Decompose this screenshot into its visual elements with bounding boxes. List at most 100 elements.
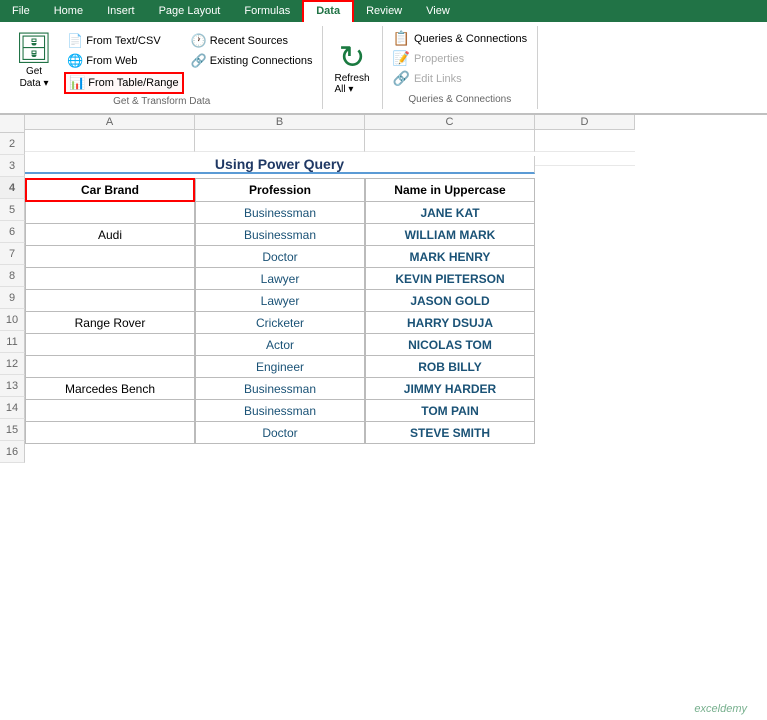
car-brand-cell: Audi: [25, 224, 195, 246]
table-row: BusinessmanJANE KAT: [25, 202, 767, 224]
col-header-a: A: [25, 115, 195, 130]
col-header-d: D: [535, 115, 635, 130]
row-12: 12: [0, 353, 25, 375]
row-7: 7: [0, 243, 25, 265]
profession-cell: Lawyer: [195, 268, 365, 290]
col-header-c: C: [365, 115, 535, 130]
col-header-b: B: [195, 115, 365, 130]
name-cell: STEVE SMITH: [365, 422, 535, 444]
tab-page-layout[interactable]: Page Layout: [147, 0, 233, 22]
recent-sources-button[interactable]: 🕐 Recent Sources: [188, 32, 316, 50]
name-cell: ROB BILLY: [365, 356, 535, 378]
connections-icon: 🔗: [191, 53, 207, 69]
sheet-content: A B C D Using Power Query Car Brand Prof…: [25, 115, 767, 463]
car-brand-cell: [25, 400, 195, 422]
tab-view[interactable]: View: [414, 0, 462, 22]
row-16: 16: [0, 441, 25, 463]
car-brand-cell: [25, 356, 195, 378]
col-header-name: Name in Uppercase: [365, 178, 535, 202]
col-header-row: A B C D: [25, 115, 767, 130]
get-data-label: GetData ▾: [20, 66, 49, 90]
tab-formulas[interactable]: Formulas: [232, 0, 302, 22]
table-row: Range RoverCricketerHARRY DSUJA: [25, 312, 767, 334]
table-row: DoctorSTEVE SMITH: [25, 422, 767, 444]
name-cell: TOM PAIN: [365, 400, 535, 422]
name-cell: NICOLAS TOM: [365, 334, 535, 356]
queries-connections-group: 📋 Queries & Connections 📝 Properties 🔗 E…: [383, 26, 539, 109]
name-cell: JANE KAT: [365, 202, 535, 224]
name-cell: JIMMY HARDER: [365, 378, 535, 400]
properties-icon: 📝: [393, 50, 410, 67]
row-15: 15: [0, 419, 25, 441]
table-row: AudiBusinessmanWILLIAM MARK: [25, 224, 767, 246]
row-14: 14: [0, 397, 25, 419]
refresh-group: ↻ RefreshAll ▾: [323, 26, 383, 109]
database-icon: 🗄: [15, 31, 53, 66]
col-header-car-brand: Car Brand: [25, 178, 195, 202]
spreadsheet-title: Using Power Query: [25, 156, 535, 174]
row-4-headers: Car Brand Profession Name in Uppercase: [25, 178, 767, 202]
from-web-button[interactable]: 🌐 From Web: [64, 52, 183, 70]
from-table-range-button[interactable]: 📊 From Table/Range: [64, 72, 183, 94]
profession-cell: Businessman: [195, 202, 365, 224]
table-row: ActorNICOLAS TOM: [25, 334, 767, 356]
row-2: 2: [0, 133, 25, 155]
tab-insert[interactable]: Insert: [95, 0, 147, 22]
table-row: DoctorMARK HENRY: [25, 246, 767, 268]
name-cell: HARRY DSUJA: [365, 312, 535, 334]
row-3-content: Using Power Query: [25, 152, 767, 178]
existing-connections-button[interactable]: 🔗 Existing Connections: [188, 52, 316, 70]
queries-group-label: Queries & Connections: [393, 94, 528, 105]
car-brand-cell: [25, 246, 195, 268]
queries-connections-button[interactable]: 📋 Queries & Connections: [393, 30, 528, 47]
profession-cell: Doctor: [195, 422, 365, 444]
spreadsheet-area: 2 3 4 5 6 7 8 9 10 11 12 13 14 15 16 A B…: [0, 115, 767, 463]
row-6: 6: [0, 221, 25, 243]
table-row: LawyerKEVIN PIETERSON: [25, 268, 767, 290]
web-icon: 🌐: [67, 53, 83, 69]
name-cell: KEVIN PIETERSON: [365, 268, 535, 290]
profession-cell: Businessman: [195, 400, 365, 422]
tab-review[interactable]: Review: [354, 0, 414, 22]
table-row: LawyerJASON GOLD: [25, 290, 767, 312]
row-9: 9: [0, 287, 25, 309]
row-4: 4: [0, 177, 25, 199]
car-brand-cell: Range Rover: [25, 312, 195, 334]
refresh-icon: ↻: [339, 41, 366, 73]
table-icon: 📊: [69, 75, 85, 91]
profession-cell: Lawyer: [195, 290, 365, 312]
row-13: 13: [0, 375, 25, 397]
row-8: 8: [0, 265, 25, 287]
transform-buttons: 📄 From Text/CSV 🌐 From Web 📊 From Table/…: [64, 28, 183, 94]
edit-links-button: 🔗 Edit Links: [393, 70, 528, 87]
profession-cell: Businessman: [195, 378, 365, 400]
row-5: 5: [0, 199, 25, 221]
profession-cell: Businessman: [195, 224, 365, 246]
tab-home[interactable]: Home: [42, 0, 95, 22]
recent-existing-buttons: 🕐 Recent Sources 🔗 Existing Connections: [188, 28, 316, 70]
row-3: 3: [0, 155, 25, 177]
row-numbers: 2 3 4 5 6 7 8 9 10 11 12 13 14 15 16: [0, 115, 25, 463]
queries-icon: 📋: [393, 30, 410, 47]
table-row: EngineerROB BILLY: [25, 356, 767, 378]
refresh-all-button[interactable]: ↻ RefreshAll ▾: [335, 28, 370, 107]
get-data-button[interactable]: 🗄 GetData ▾: [8, 28, 60, 93]
text-csv-icon: 📄: [67, 33, 83, 49]
name-cell: JASON GOLD: [365, 290, 535, 312]
car-brand-cell: [25, 202, 195, 224]
profession-cell: Engineer: [195, 356, 365, 378]
watermark: exceldemy: [694, 701, 747, 715]
profession-cell: Cricketer: [195, 312, 365, 334]
table-row: Marcedes BenchBusinessmanJIMMY HARDER: [25, 378, 767, 400]
from-text-csv-button[interactable]: 📄 From Text/CSV: [64, 32, 183, 50]
col-header-profession: Profession: [195, 178, 365, 202]
row-10: 10: [0, 309, 25, 331]
car-brand-cell: [25, 290, 195, 312]
refresh-label: RefreshAll ▾: [335, 73, 370, 95]
properties-button: 📝 Properties: [393, 50, 528, 67]
tab-file[interactable]: File: [0, 0, 42, 22]
tab-data[interactable]: Data: [302, 0, 354, 22]
row-2-content: [25, 130, 767, 152]
get-transform-group-label: Get & Transform Data: [113, 94, 210, 109]
table-row: BusinessmanTOM PAIN: [25, 400, 767, 422]
